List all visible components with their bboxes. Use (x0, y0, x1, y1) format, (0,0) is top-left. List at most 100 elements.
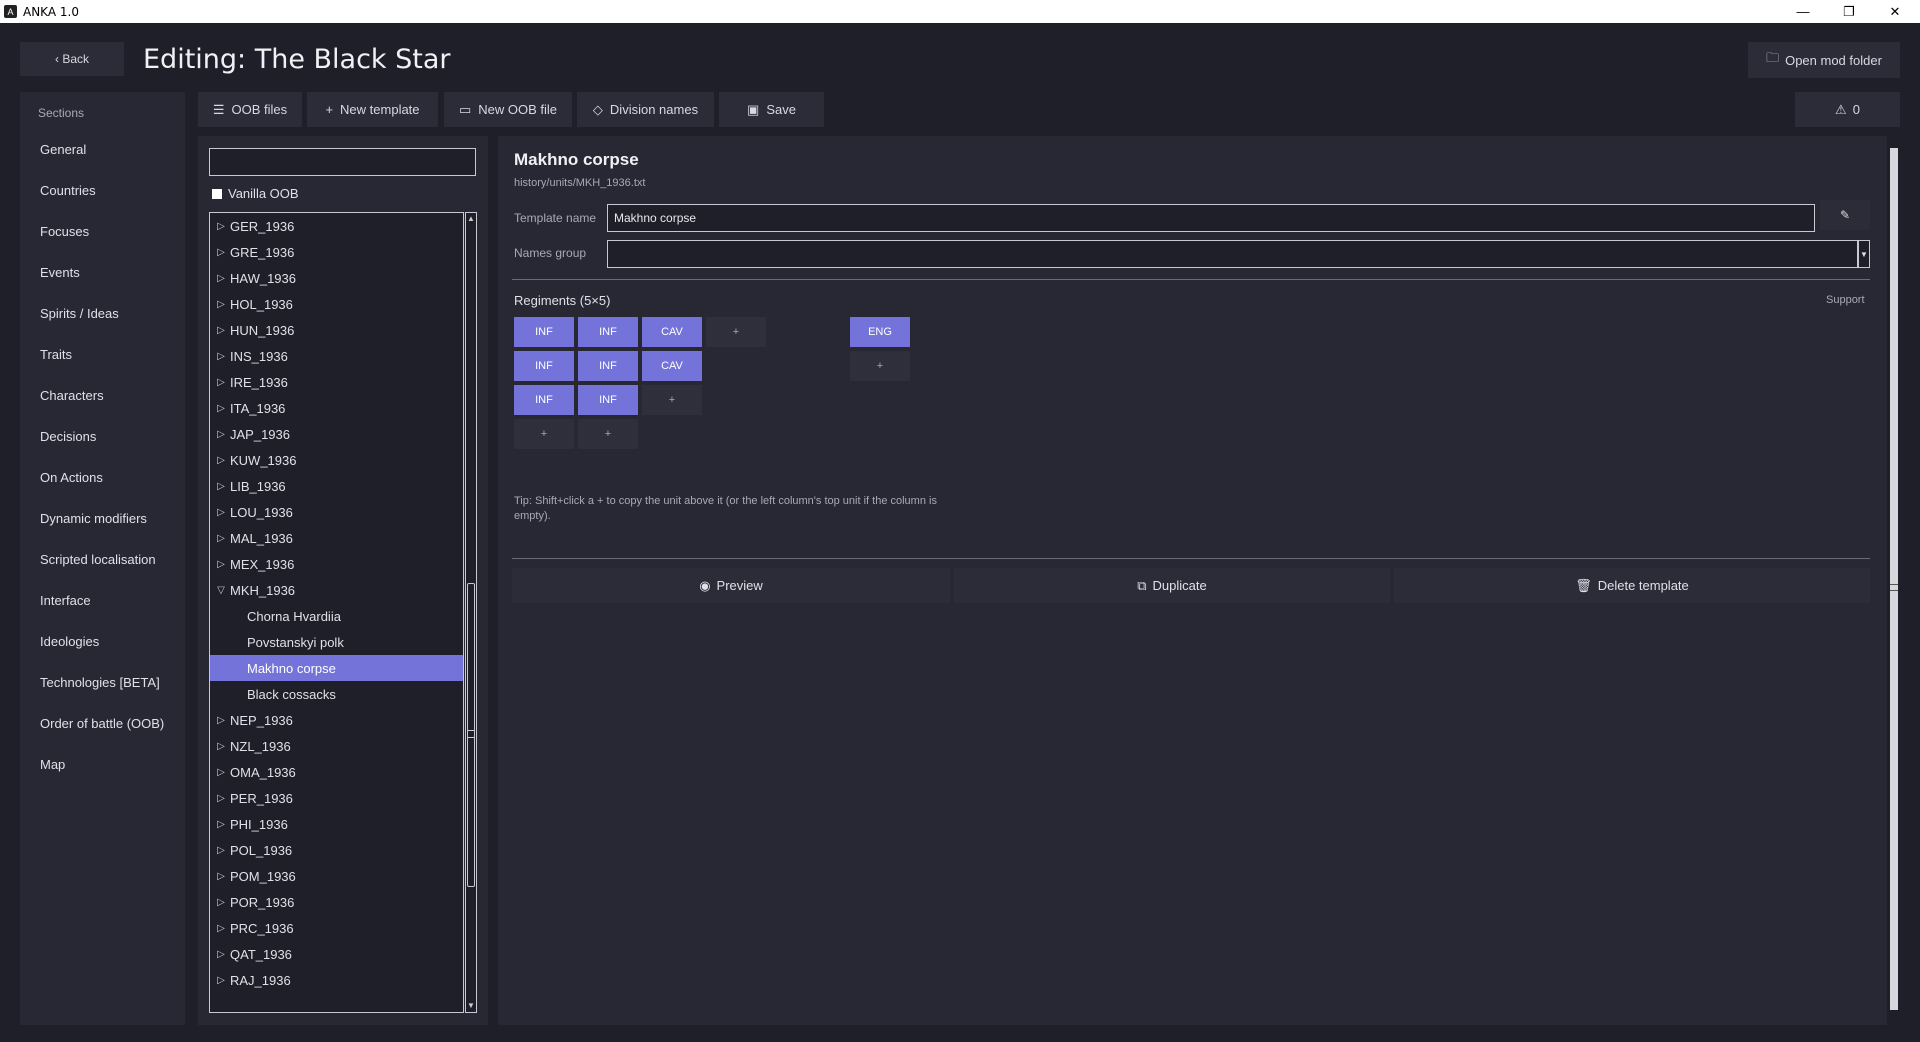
sidebar-item-countries[interactable]: Countries (40, 183, 96, 198)
expand-arrow-icon[interactable]: ▷ (212, 455, 230, 466)
tree-child-item-selected[interactable]: Makhno corpse (210, 655, 463, 681)
tree-item[interactable]: ▷ JAP_1936 (210, 421, 463, 447)
regiment-slot[interactable]: INF (578, 317, 638, 347)
open-mod-folder-button[interactable]: 🗀 Open mod folder (1748, 42, 1900, 78)
sidebar-item-interface[interactable]: Interface (40, 593, 91, 608)
expand-arrow-icon[interactable]: ▷ (212, 949, 230, 960)
tree-child-item[interactable]: Povstanskyi polk (210, 629, 463, 655)
expand-arrow-icon[interactable]: ▷ (212, 325, 230, 336)
tree-item[interactable]: ▷ NEP_1936 (210, 707, 463, 733)
tree-item[interactable]: ▷ GRE_1936 (210, 239, 463, 265)
expand-arrow-icon[interactable]: ▷ (212, 715, 230, 726)
tree-item[interactable]: ▷ PER_1936 (210, 785, 463, 811)
tree-item[interactable]: ▷ MAL_1936 (210, 525, 463, 551)
preview-button[interactable]: ◉ Preview (512, 568, 950, 603)
scrollbar-thumb[interactable] (467, 583, 475, 887)
expand-arrow-icon[interactable]: ▷ (212, 741, 230, 752)
tree-item[interactable]: ▷ IRE_1936 (210, 369, 463, 395)
back-button[interactable]: ‹ Back (20, 42, 124, 76)
sidebar-item-ideologies[interactable]: Ideologies (40, 634, 99, 649)
oob-files-button[interactable]: ☰ OOB files (198, 92, 302, 127)
names-group-select[interactable] (607, 240, 1858, 268)
add-regiment-button[interactable]: + (514, 419, 574, 449)
new-template-button[interactable]: + New template (307, 92, 438, 127)
search-input[interactable] (209, 148, 476, 176)
expand-arrow-icon[interactable]: ▷ (212, 819, 230, 830)
tree-item[interactable]: ▷ LOU_1936 (210, 499, 463, 525)
collapse-arrow-icon[interactable]: ▽ (212, 585, 230, 596)
vanilla-oob-checkbox[interactable]: Vanilla OOB (212, 186, 299, 201)
sidebar-item-spirits-ideas[interactable]: Spirits / Ideas (40, 306, 119, 321)
expand-arrow-icon[interactable]: ▷ (212, 299, 230, 310)
tree-child-item[interactable]: Chorna Hvardiia (210, 603, 463, 629)
editor-scrollbar[interactable] (1887, 136, 1901, 1025)
add-regiment-button[interactable]: + (642, 385, 702, 415)
new-oob-file-button[interactable]: ▭ New OOB file (444, 92, 572, 127)
sidebar-item-characters[interactable]: Characters (40, 388, 104, 403)
tree-item[interactable]: ▷ NZL_1936 (210, 733, 463, 759)
expand-arrow-icon[interactable]: ▷ (212, 533, 230, 544)
sidebar-item-map[interactable]: Map (40, 757, 65, 772)
expand-arrow-icon[interactable]: ▷ (212, 377, 230, 388)
regiment-slot[interactable]: INF (514, 351, 574, 381)
regiment-slot[interactable]: INF (514, 385, 574, 415)
sidebar-item-general[interactable]: General (40, 142, 86, 157)
tree-item[interactable]: ▷ GER_1936 (210, 213, 463, 239)
scroll-up-icon[interactable]: ▲ (466, 213, 476, 225)
duplicate-button[interactable]: ⧉ Duplicate (954, 568, 1390, 603)
expand-arrow-icon[interactable]: ▷ (212, 923, 230, 934)
tree-child-item[interactable]: Black cossacks (210, 681, 463, 707)
chevron-down-icon[interactable]: ▼ (1858, 240, 1870, 268)
expand-arrow-icon[interactable]: ▷ (212, 975, 230, 986)
expand-arrow-icon[interactable]: ▷ (212, 247, 230, 258)
expand-arrow-icon[interactable]: ▷ (212, 845, 230, 856)
scroll-down-icon[interactable]: ▼ (466, 1000, 476, 1012)
tree-item[interactable]: ▷ POL_1936 (210, 837, 463, 863)
tree-item[interactable]: ▷ PHI_1936 (210, 811, 463, 837)
tree-item[interactable]: ▷ HOL_1936 (210, 291, 463, 317)
tree-item[interactable]: ▷ POM_1936 (210, 863, 463, 889)
tree-item[interactable]: ▷ QAT_1936 (210, 941, 463, 967)
expand-arrow-icon[interactable]: ▷ (212, 507, 230, 518)
tree-item[interactable]: ▷ LIB_1936 (210, 473, 463, 499)
tree-item[interactable]: ▷ INS_1936 (210, 343, 463, 369)
template-name-input[interactable] (607, 204, 1815, 232)
tree-item[interactable]: ▷ HUN_1936 (210, 317, 463, 343)
delete-template-button[interactable]: 🗑 Delete template (1394, 568, 1870, 603)
sidebar-item-dynamic-modifiers[interactable]: Dynamic modifiers (40, 511, 147, 526)
expand-arrow-icon[interactable]: ▷ (212, 429, 230, 440)
sidebar-item-on-actions[interactable]: On Actions (40, 470, 103, 485)
scrollbar-thumb[interactable] (1890, 148, 1898, 1010)
division-names-button[interactable]: ◇ Division names (577, 92, 714, 127)
add-support-button[interactable]: + (850, 351, 910, 381)
expand-arrow-icon[interactable]: ▷ (212, 221, 230, 232)
tree-item[interactable]: ▷ MEX_1936 (210, 551, 463, 577)
rename-button[interactable]: ✎ (1820, 200, 1870, 230)
expand-arrow-icon[interactable]: ▷ (212, 767, 230, 778)
tree-item[interactable]: ▷ PRC_1936 (210, 915, 463, 941)
sidebar-item-technologies[interactable]: Technologies [BETA] (40, 675, 160, 690)
tree-item[interactable]: ▷ POR_1936 (210, 889, 463, 915)
tree-item[interactable]: ▷ ITA_1936 (210, 395, 463, 421)
sidebar-item-scripted-localisation[interactable]: Scripted localisation (40, 552, 156, 567)
expand-arrow-icon[interactable]: ▷ (212, 793, 230, 804)
expand-arrow-icon[interactable]: ▷ (212, 403, 230, 414)
warnings-button[interactable]: ⚠ 0 (1795, 92, 1900, 127)
sidebar-item-order-of-battle[interactable]: Order of battle (OOB) (40, 716, 164, 731)
tree-item[interactable]: ▷ RAJ_1936 (210, 967, 463, 993)
support-slot[interactable]: ENG (850, 317, 910, 347)
restore-button[interactable]: ❐ (1826, 0, 1872, 23)
expand-arrow-icon[interactable]: ▷ (212, 559, 230, 570)
close-button[interactable]: ✕ (1872, 0, 1918, 23)
expand-arrow-icon[interactable]: ▷ (212, 871, 230, 882)
expand-arrow-icon[interactable]: ▷ (212, 273, 230, 284)
sidebar-item-decisions[interactable]: Decisions (40, 429, 96, 444)
regiment-slot[interactable]: INF (578, 351, 638, 381)
regiment-slot[interactable]: INF (578, 385, 638, 415)
tree-item[interactable]: ▷ OMA_1936 (210, 759, 463, 785)
save-button[interactable]: ▣ Save (719, 92, 824, 127)
tree-scrollbar[interactable]: ▲ ▼ (465, 212, 477, 1013)
sidebar-item-traits[interactable]: Traits (40, 347, 72, 362)
expand-arrow-icon[interactable]: ▷ (212, 351, 230, 362)
tree-item-expanded[interactable]: ▽ MKH_1936 (210, 577, 463, 603)
